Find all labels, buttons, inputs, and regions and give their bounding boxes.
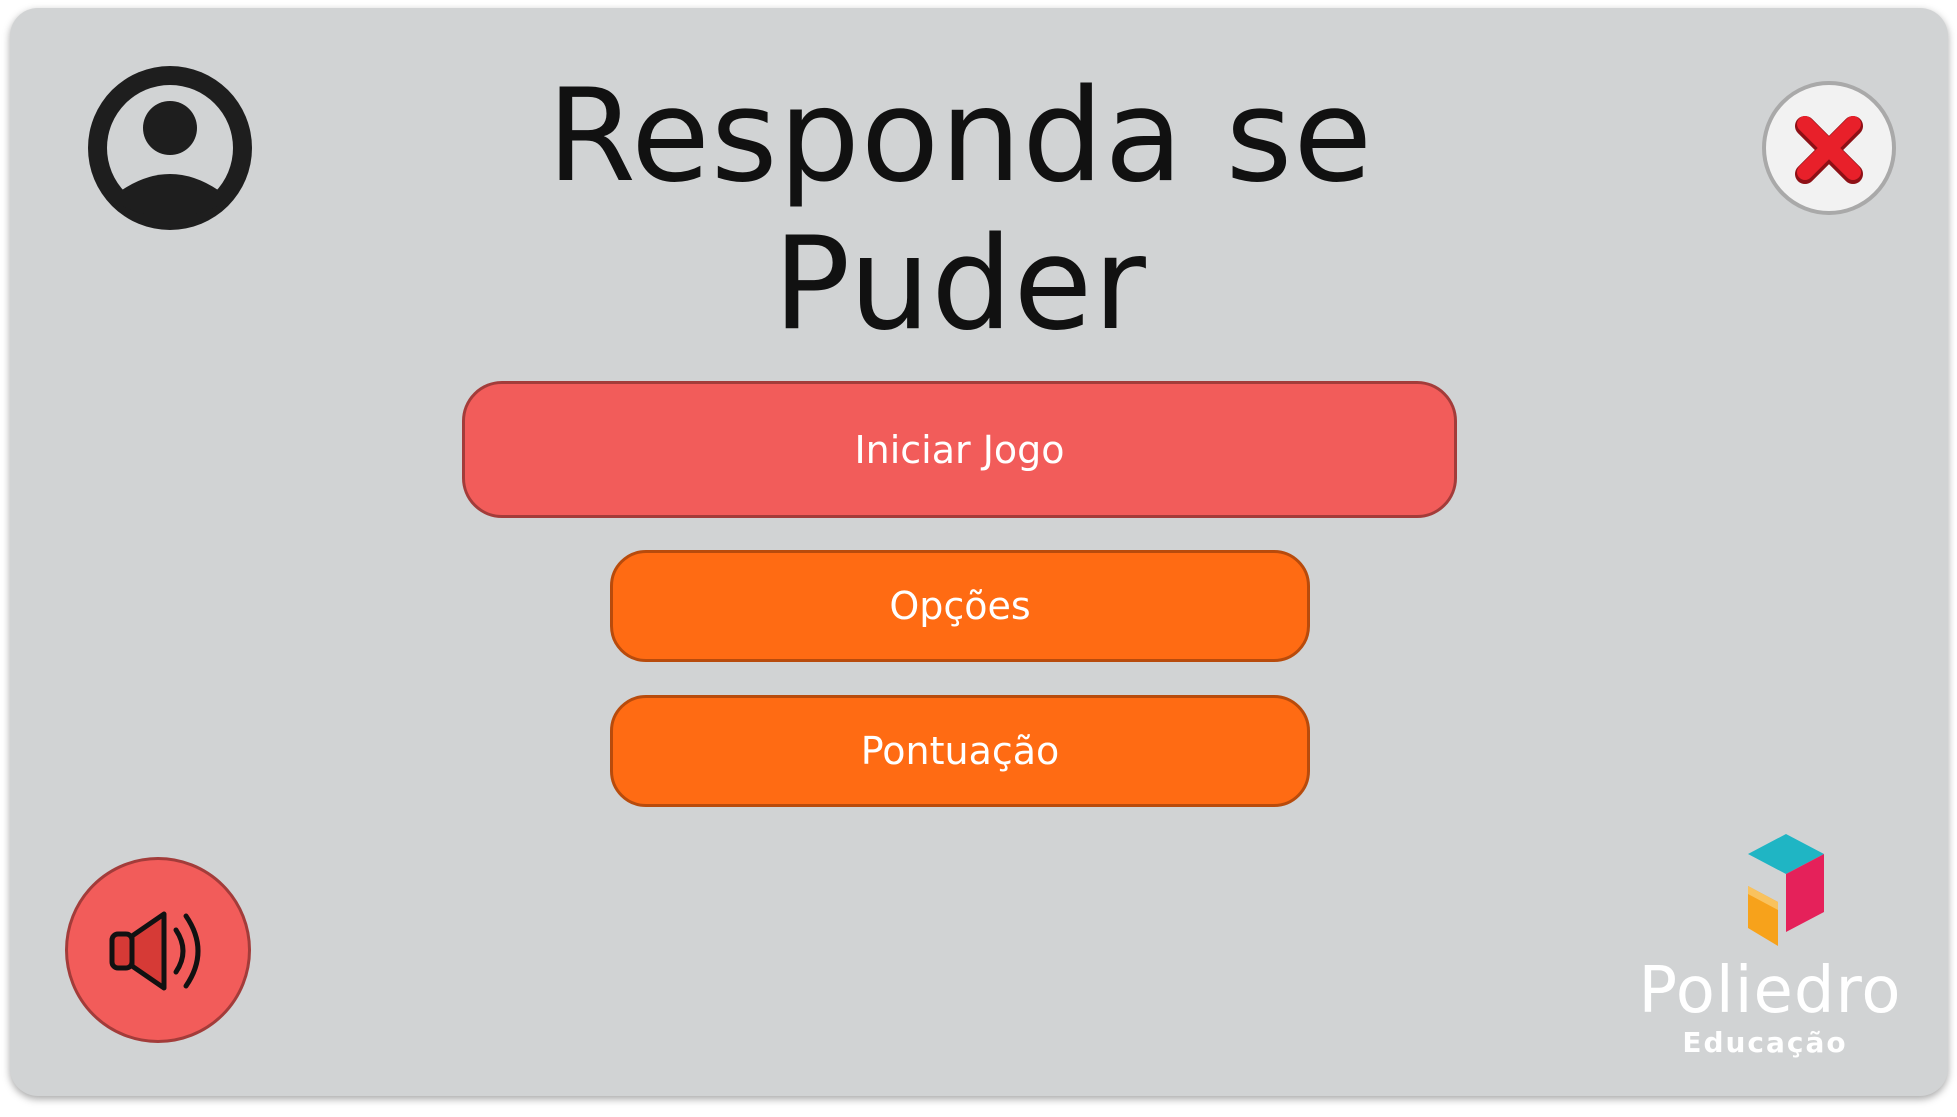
red-x-icon (1795, 116, 1863, 184)
score-label: Pontuação (860, 729, 1060, 773)
game-title-line2: Puder (773, 210, 1147, 359)
close-button[interactable] (1762, 81, 1896, 215)
score-button[interactable]: Pontuação (610, 695, 1310, 807)
poliedro-logo: Poliedro Educação (1610, 828, 1930, 1078)
brand-name: Poliedro (1638, 954, 1902, 1028)
profile-button[interactable] (88, 66, 252, 230)
start-game-label: Iniciar Jogo (854, 427, 1065, 472)
brand-tagline: Educação (1682, 1026, 1848, 1059)
game-screen: Responda se Puder Iniciar Jogo Opções Po… (10, 8, 1948, 1096)
speaker-volume-icon (109, 911, 201, 991)
options-label: Opções (889, 584, 1031, 628)
poliedro-cube-icon (1748, 834, 1824, 946)
options-button[interactable]: Opções (610, 550, 1310, 662)
start-game-button[interactable]: Iniciar Jogo (462, 381, 1457, 518)
user-circle-icon (88, 66, 252, 230)
sound-toggle-button[interactable] (65, 857, 251, 1043)
game-title-line1: Responda se (546, 62, 1374, 211)
game-title: Responda se Puder (480, 63, 1440, 359)
